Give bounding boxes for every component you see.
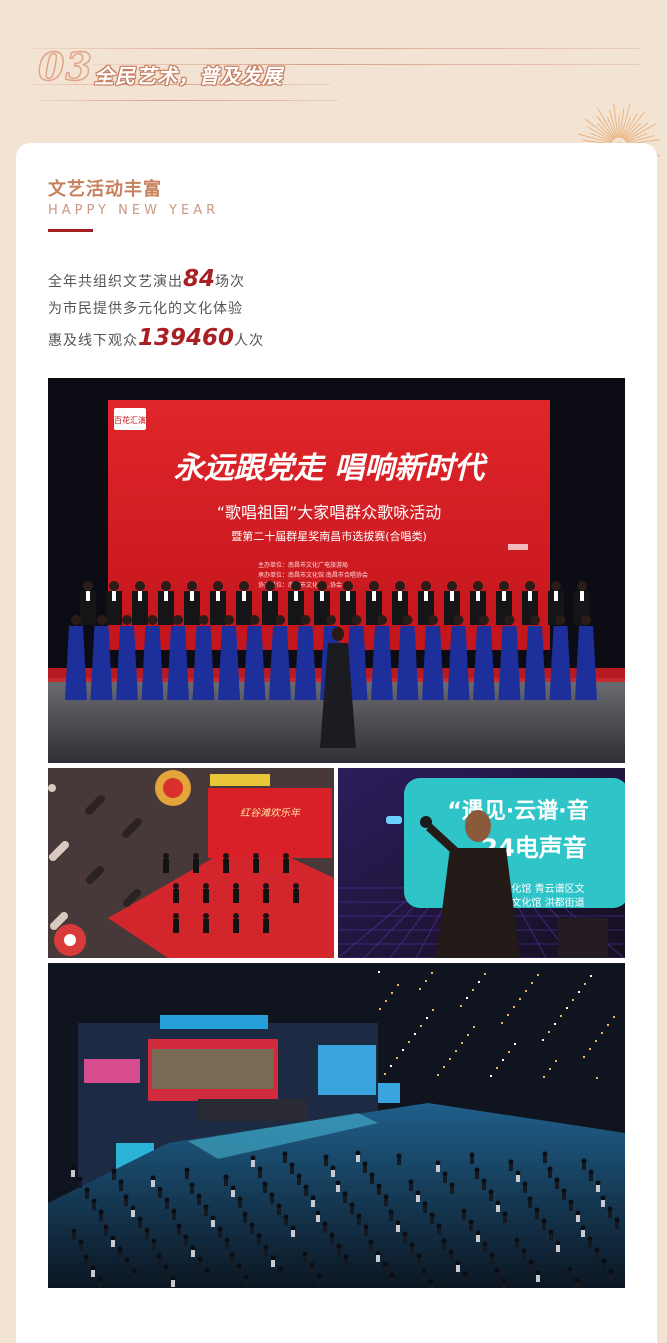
header-line-top — [30, 48, 640, 49]
mall-screen-text: 红谷滩欢乐年 — [240, 807, 301, 819]
outdoor-concert-photo — [48, 963, 625, 1288]
singer-performance-photo: “遇见·云谱·音 24电声音 市文化馆 青云谱区文 谱区文化馆 洪都街道 — [338, 768, 625, 958]
section-number: 03 — [37, 43, 93, 89]
section-header: 03 全民艺术，普及发展 — [0, 0, 667, 140]
stat-text: 为市民提供多元化的文化体验 — [48, 301, 243, 317]
audience-count: 139460 — [138, 325, 235, 351]
stat-unit: 场次 — [215, 274, 246, 290]
card-subtitle: HAPPY NEW YEAR — [48, 203, 220, 218]
stat-text: 全年共组织文艺演出 — [48, 274, 183, 290]
section-heading: 全民艺术，普及发展 — [94, 64, 283, 88]
choir-performance-photo: 百花汇演 永远跟党走 唱响新时代 “歌唱祖国”大家唱群众歌咏活动 暨第二十届群星… — [48, 378, 625, 763]
card-title: 文艺活动丰富 — [48, 179, 162, 200]
stat-line-experience: 为市民提供多元化的文化体验 — [48, 298, 243, 318]
screen-organizer-2: 承办单位：南昌市文化馆 南昌市合唱协会 — [258, 571, 368, 579]
header-line-bottom — [38, 100, 338, 101]
performance-count: 84 — [183, 266, 216, 292]
mall-screen — [208, 788, 332, 858]
screen-subline-1: “歌唱祖国”大家唱群众歌咏活动 — [217, 503, 442, 522]
screen-logo: 百花汇演 — [114, 415, 146, 425]
title-underline — [48, 229, 93, 232]
screen-organizer-1: 主办单位：南昌市文化广电旅游局 — [258, 561, 348, 569]
stat-line-performances: 全年共组织文艺演出84场次 — [48, 266, 245, 292]
mall-dance-photo: 红谷滩欢乐年 — [48, 768, 334, 958]
stat-text: 惠及线下观众 — [48, 333, 138, 349]
screen-subline-2: 暨第二十届群星奖南昌市选拔赛(合唱类) — [231, 529, 427, 543]
stat-line-audience: 惠及线下观众139460人次 — [48, 325, 264, 351]
screen-headline: 永远跟党走 唱响新时代 — [174, 451, 488, 486]
stat-unit: 人次 — [234, 333, 265, 349]
